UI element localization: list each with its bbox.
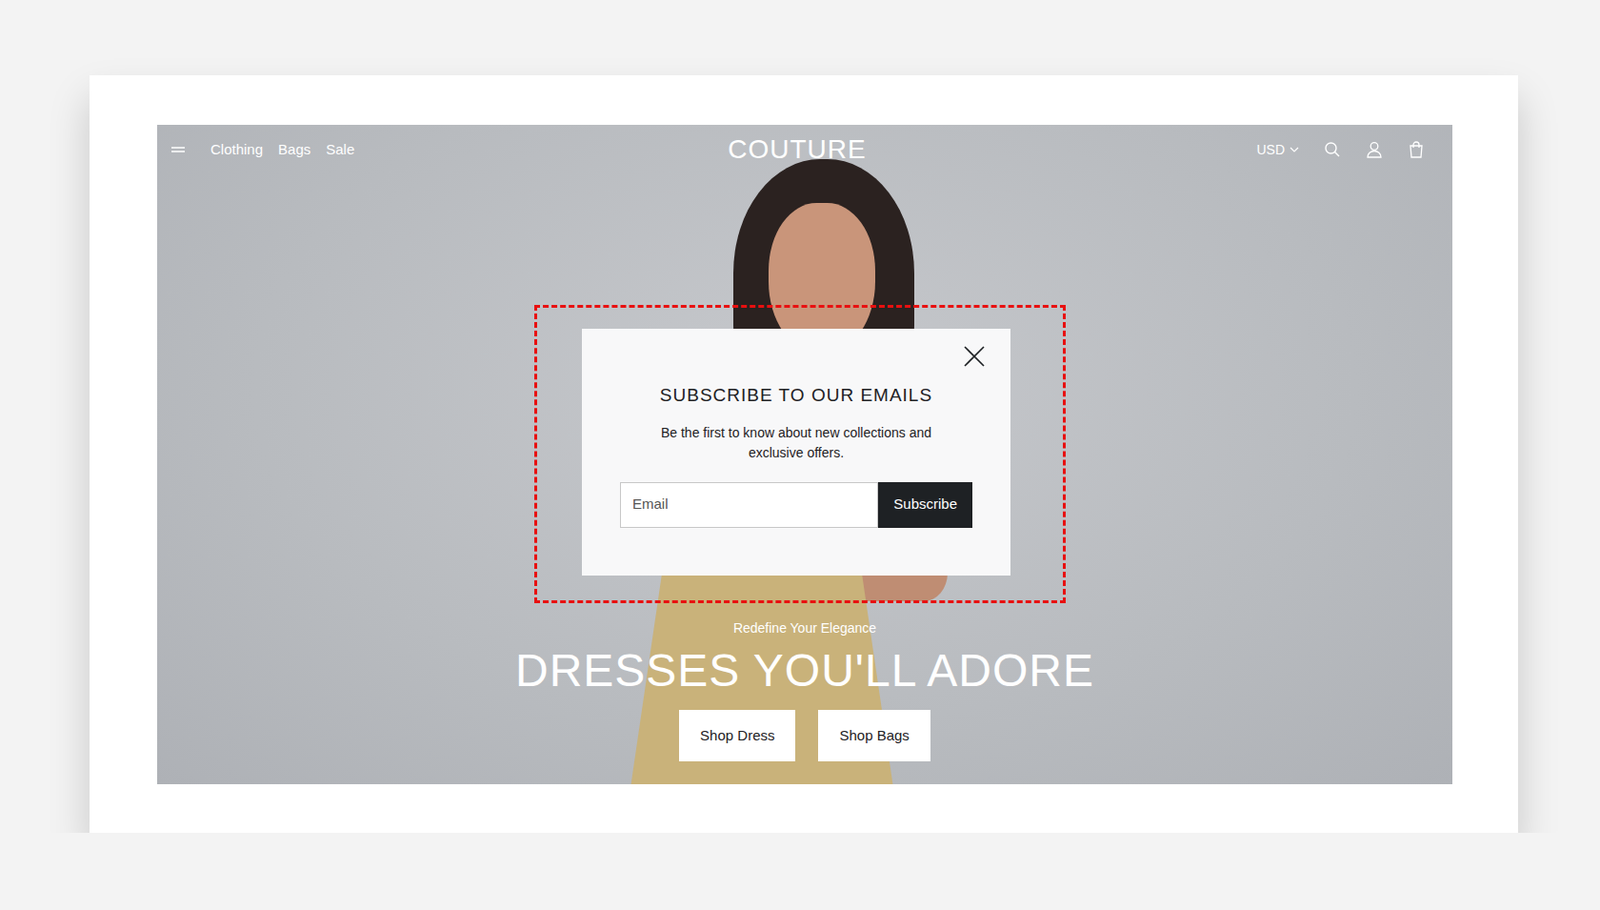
- site-logo[interactable]: COUTURE: [727, 136, 866, 163]
- page: ClothingBagsSale COUTURE USD Redefi: [0, 0, 1600, 833]
- close-button[interactable]: [960, 342, 988, 370]
- popup-title: SUBSCRIBE TO OUR EMAILS: [618, 381, 975, 410]
- email-input[interactable]: [620, 481, 879, 528]
- popup-text: Be the first to know about new collectio…: [653, 422, 940, 463]
- subscribe-form: Subscribe: [620, 481, 973, 528]
- hero-banner: ClothingBagsSale COUTURE USD Redefi: [157, 124, 1453, 784]
- subscribe-button[interactable]: Subscribe: [878, 481, 973, 528]
- nav-link[interactable]: Bags: [278, 139, 311, 161]
- bag-icon[interactable]: [1406, 140, 1426, 160]
- nav-link[interactable]: Clothing: [210, 139, 263, 161]
- shop-button[interactable]: Shop Dress: [679, 709, 796, 761]
- nav-link[interactable]: Sale: [325, 139, 355, 161]
- shop-button[interactable]: Shop Bags: [818, 709, 930, 761]
- currency-label[interactable]: USD: [1256, 140, 1285, 160]
- chevron-down-icon[interactable]: [1288, 143, 1300, 156]
- hero-title: DRESSES YOU'LL ADORE: [515, 643, 1095, 697]
- site-header: Clothing Bags Sale COUTURE USD: [157, 124, 1453, 175]
- close-icon[interactable]: [960, 342, 988, 370]
- search-icon[interactable]: [1322, 140, 1342, 160]
- subscribe-popup: SUBSCRIBE TO OUR EMAILS Be the first to …: [581, 328, 1011, 576]
- account-icon[interactable]: [1364, 140, 1384, 160]
- browser-frame: ClothingBagsSale COUTURE USD Redefi: [89, 75, 1519, 833]
- hero-eyebrow: Redefine Your Elegance: [733, 618, 877, 639]
- currency-selector[interactable]: USD: [1256, 140, 1300, 160]
- menu-icon[interactable]: [168, 140, 188, 160]
